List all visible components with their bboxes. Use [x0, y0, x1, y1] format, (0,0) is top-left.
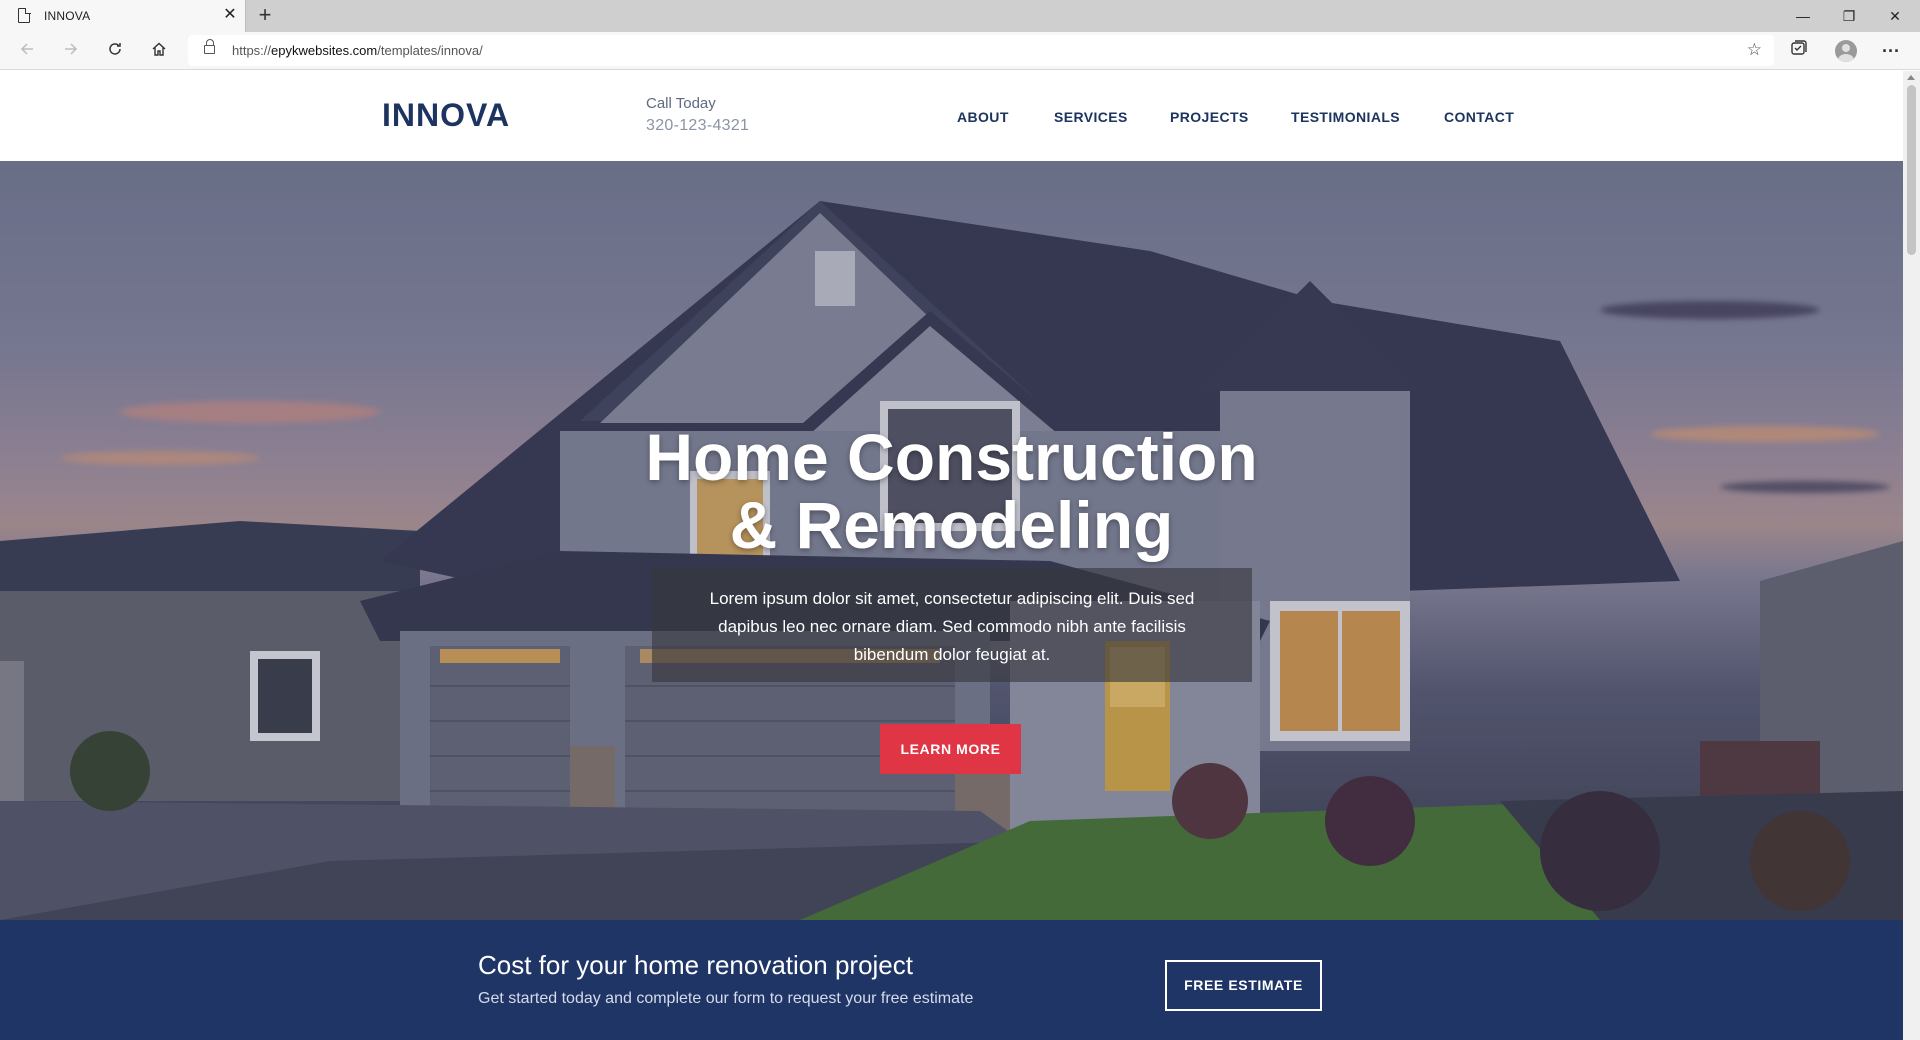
forward-icon[interactable]: [56, 36, 86, 66]
call-number[interactable]: 320-123-4321: [646, 117, 749, 135]
profile-avatar[interactable]: [1835, 40, 1857, 62]
free-estimate-button[interactable]: FREE ESTIMATE: [1165, 960, 1322, 1011]
collections-icon[interactable]: [1784, 36, 1814, 66]
address-bar[interactable]: https://epykwebsites.com/templates/innov…: [188, 35, 1774, 66]
hero-description: Lorem ipsum dolor sit amet, consectetur …: [709, 589, 1195, 664]
browser-tab-strip: INNOVA ✕ + — ❐ ✕: [0, 0, 1920, 32]
scrollbar-thumb[interactable]: [1907, 85, 1916, 255]
estimate-subtitle: Get started today and complete our form …: [478, 990, 974, 1007]
call-label: Call Today: [646, 95, 716, 112]
restore-button[interactable]: ❐: [1826, 0, 1872, 32]
site-logo[interactable]: INNOVA: [382, 97, 510, 134]
minimize-button[interactable]: —: [1780, 0, 1826, 32]
page-scrollbar[interactable]: [1903, 71, 1920, 1040]
learn-more-button[interactable]: LEARN MORE: [880, 724, 1021, 774]
home-icon[interactable]: [144, 36, 174, 66]
page-icon: [18, 7, 31, 23]
new-tab-button[interactable]: +: [252, 2, 278, 28]
back-icon[interactable]: [12, 36, 42, 66]
url-text: https://epykwebsites.com/templates/innov…: [232, 43, 483, 58]
nav-contact[interactable]: CONTACT: [1444, 109, 1514, 125]
favorites-star-icon[interactable]: ☆: [1747, 40, 1762, 60]
lock-icon: [204, 39, 215, 54]
page-viewport: INNOVA Call Today 320-123-4321 ABOUT SER…: [0, 71, 1903, 1040]
estimate-title: Cost for your home renovation project: [478, 950, 913, 980]
estimate-banner: Cost for your home renovation project Ge…: [0, 920, 1903, 1040]
browser-toolbar: https://epykwebsites.com/templates/innov…: [0, 32, 1920, 70]
nav-testimonials[interactable]: TESTIMONIALS: [1291, 109, 1400, 125]
nav-services[interactable]: SERVICES: [1054, 109, 1128, 125]
hero-section: Home Construction & Remodeling Lorem ips…: [0, 161, 1903, 920]
site-header: INNOVA Call Today 320-123-4321 ABOUT SER…: [0, 71, 1903, 161]
tab-title: INNOVA: [44, 9, 91, 23]
scroll-up-arrow-icon[interactable]: [1907, 75, 1915, 80]
reload-icon[interactable]: [100, 36, 130, 66]
close-window-button[interactable]: ✕: [1872, 0, 1918, 32]
more-menu-icon[interactable]: ···: [1876, 36, 1906, 66]
hero-title: Home Construction & Remodeling: [645, 420, 1258, 562]
nav-about[interactable]: ABOUT: [957, 109, 1009, 125]
tab-close-icon[interactable]: ✕: [220, 5, 240, 25]
browser-tab[interactable]: INNOVA ✕: [0, 0, 246, 32]
nav-projects[interactable]: PROJECTS: [1170, 109, 1249, 125]
